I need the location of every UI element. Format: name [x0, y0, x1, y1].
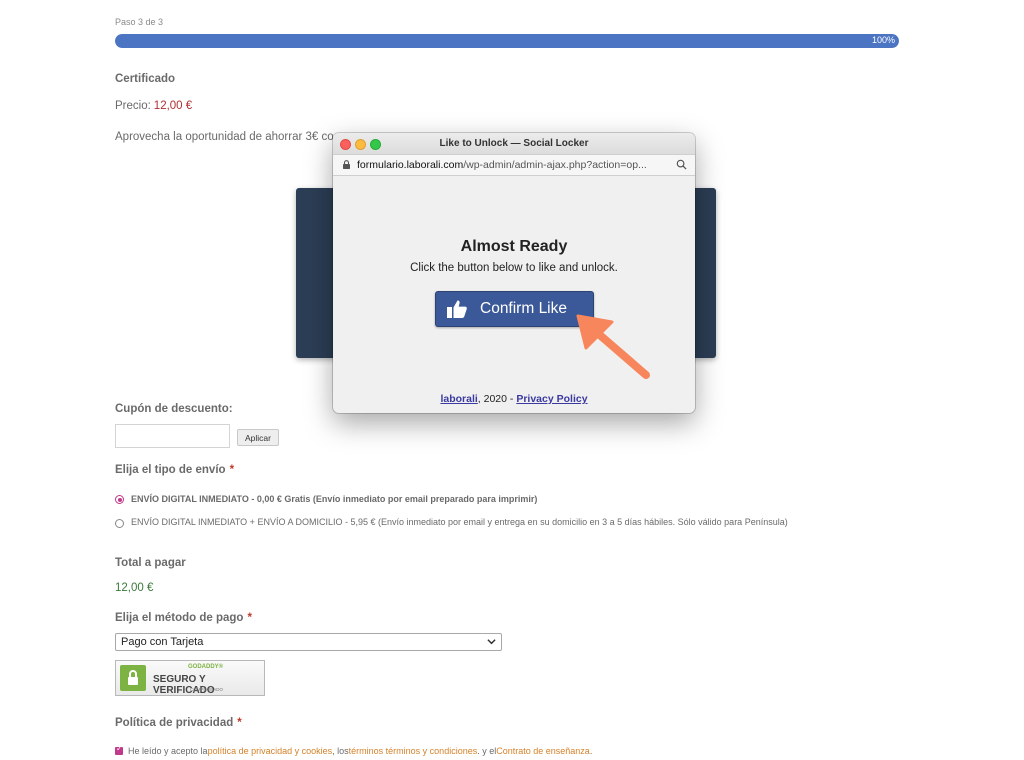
- required-mark: *: [247, 612, 252, 624]
- price-label: Precio:: [115, 100, 151, 112]
- total-value: 12,00 €: [115, 582, 154, 594]
- progress-fill: 100%: [115, 34, 899, 48]
- footer-year: , 2020 -: [477, 393, 517, 405]
- search-icon[interactable]: [676, 159, 687, 170]
- privacy-consent: He leído y acepto la política de privaci…: [115, 744, 593, 756]
- window-title: Like to Unlock — Social Locker: [439, 138, 589, 149]
- coupon-input[interactable]: [115, 424, 230, 448]
- payment-label-text: Elija el método de pago: [115, 612, 244, 624]
- brand-link[interactable]: laborali: [440, 393, 477, 405]
- price-line: Precio: 12,00 €: [115, 100, 192, 112]
- privacy-policy-link[interactable]: Privacy Policy: [516, 393, 587, 405]
- shipping-option-label: ENVÍO DIGITAL INMEDIATO - 0,00 € Gratis …: [131, 494, 538, 504]
- shipping-option-home[interactable]: ENVÍO DIGITAL INMEDIATO + ENVÍO A DOMICI…: [115, 515, 795, 529]
- godaddy-verified-badge: GODADDY® SEGURO Y VERIFICADO COMPROBADO: [115, 660, 265, 696]
- badge-subtitle: COMPROBADO: [190, 687, 224, 692]
- address-bar[interactable]: formulario.laborali.com/wp-admin/admin-a…: [333, 154, 695, 176]
- url-path: /wp-admin/admin-ajax.php?action=op...: [463, 159, 647, 171]
- window-titlebar[interactable]: Like to Unlock — Social Locker: [333, 133, 695, 154]
- badge-brand: GODADDY®: [188, 664, 224, 670]
- popup-subheading: Click the button below to like and unloc…: [410, 262, 618, 274]
- confirm-like-label: Confirm Like: [480, 300, 567, 317]
- coupon-label: Cupón de descuento:: [115, 403, 233, 415]
- shipping-label-text: Elija el tipo de envío: [115, 464, 226, 476]
- price-value: 12,00 €: [153, 100, 193, 112]
- consent-text: . y el: [477, 746, 497, 756]
- maximize-window-button[interactable]: [370, 139, 381, 150]
- terms-link[interactable]: términos términos y condiciones: [349, 746, 478, 756]
- required-mark: *: [229, 464, 235, 476]
- promo-text: Aprovecha la oportunidad de ahorrar 3€ c…: [115, 131, 333, 143]
- close-window-button[interactable]: [340, 139, 351, 150]
- radio-selected[interactable]: [115, 495, 124, 504]
- minimize-window-button[interactable]: [355, 139, 366, 150]
- payment-method-value: Pago con Tarjeta: [121, 636, 204, 648]
- privacy-label: Política de privacidad *: [115, 717, 242, 729]
- consent-text: , los: [332, 746, 349, 756]
- shipping-option-label: ENVÍO DIGITAL INMEDIATO + ENVÍO A DOMICI…: [131, 517, 788, 527]
- required-mark: *: [237, 717, 242, 729]
- url-text: formulario.laborali.com/wp-admin/admin-a…: [357, 159, 669, 171]
- pointer-arrow-icon: [576, 314, 650, 379]
- popup-heading: Almost Ready: [460, 238, 568, 255]
- consent-text: .: [589, 746, 593, 756]
- privacy-label-text: Política de privacidad: [115, 717, 234, 729]
- popup-footer: laborali, 2020 - Privacy Policy: [333, 393, 695, 405]
- thumbs-up-icon: [447, 300, 467, 318]
- consent-checkbox[interactable]: [115, 744, 123, 755]
- progress-bar: 100%: [115, 34, 899, 48]
- payment-label: Elija el método de pago *: [115, 612, 252, 624]
- radio-unselected[interactable]: [115, 519, 124, 528]
- apply-coupon-button[interactable]: Aplicar: [237, 429, 279, 446]
- step-indicator: Paso 3 de 3: [115, 17, 164, 27]
- badge-title: SEGURO Y VERIFICADO: [153, 674, 215, 696]
- chevron-down-icon: [487, 639, 496, 645]
- contract-link[interactable]: Contrato de enseñanza: [496, 746, 590, 756]
- consent-text: He leído y acepto la: [128, 746, 208, 756]
- padlock-icon: [120, 665, 146, 691]
- url-domain: formulario.laborali.com: [357, 159, 464, 171]
- shipping-label: Elija el tipo de envío *: [115, 464, 234, 476]
- shipping-option-digital[interactable]: ENVÍO DIGITAL INMEDIATO - 0,00 € Gratis …: [115, 494, 795, 504]
- progress-percent: 100%: [871, 35, 895, 45]
- lock-icon: [343, 160, 350, 169]
- payment-method-select[interactable]: Pago con Tarjeta: [115, 633, 502, 651]
- total-label: Total a pagar: [115, 557, 186, 569]
- product-title: Certificado: [115, 73, 176, 85]
- privacy-policy-link[interactable]: política de privacidad y cookies: [208, 746, 333, 756]
